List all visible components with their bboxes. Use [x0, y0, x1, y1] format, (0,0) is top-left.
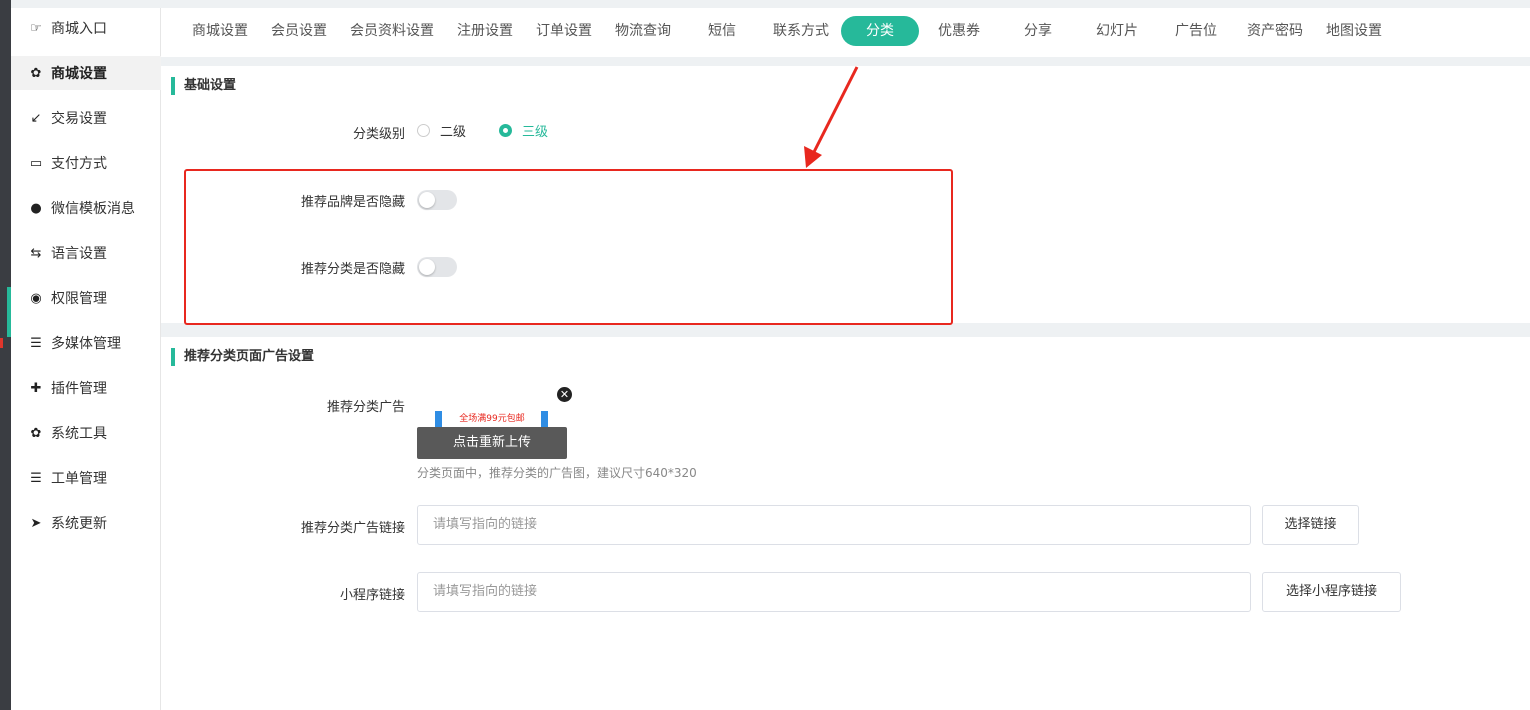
paper-plane-icon: ➤ — [30, 515, 42, 531]
tab-slides[interactable]: 幻灯片 — [1084, 16, 1150, 46]
tab-member-profile[interactable]: 会员资料设置 — [345, 16, 439, 46]
settings-tabs: 商城设置 会员设置 会员资料设置 注册设置 订单设置 物流查询 短信 联系方式 … — [161, 8, 1530, 57]
tab-logistics[interactable]: 物流查询 — [610, 16, 676, 46]
mini-link-input[interactable]: 请填写指向的链接 — [417, 572, 1251, 612]
radio-circle — [499, 124, 512, 137]
tab-ad-slot[interactable]: 广告位 — [1163, 16, 1229, 46]
select-link-button[interactable]: 选择链接 — [1262, 505, 1359, 545]
switch-knob — [419, 192, 435, 208]
ad-image-label: 推荐分类广告 — [326, 400, 405, 415]
notification-dot — [0, 338, 3, 348]
tab-map[interactable]: 地图设置 — [1321, 16, 1387, 46]
select-mini-link-button[interactable]: 选择小程序链接 — [1262, 572, 1401, 612]
tab-asset-password[interactable]: 资产密码 — [1242, 16, 1308, 46]
section-title-basic: 基础设置 — [171, 77, 236, 95]
radio-level-three[interactable]: 三级 — [499, 121, 548, 140]
radio-circle — [417, 124, 430, 137]
category-level-label: 分类级别 — [352, 127, 405, 142]
reupload-button[interactable]: 点击重新上传 — [417, 427, 567, 459]
tab-category[interactable]: 分类 — [841, 16, 919, 46]
wechat-icon: ● — [30, 200, 42, 216]
sidebar-item-system-tools[interactable]: ✿ 系统工具 — [11, 416, 161, 450]
sidebar-item-language[interactable]: ⇆ 语言设置 — [11, 236, 161, 270]
sidebar-item-plugins[interactable]: ✚ 插件管理 — [11, 371, 161, 405]
basic-settings-panel: 基础设置 分类级别 二级 三级 推荐品牌是否隐藏 推荐分类是否隐藏 — [161, 66, 1530, 323]
close-icon[interactable]: ✕ — [557, 387, 572, 402]
tab-contact[interactable]: 联系方式 — [768, 16, 834, 46]
brand-hide-switch[interactable] — [417, 190, 457, 210]
sidebar-item-system-update[interactable]: ➤ 系统更新 — [11, 506, 161, 540]
ad-settings-panel: 推荐分类页面广告设置 推荐分类广告 全场满99元包邮 点击重新上传 ✕ 分类页面… — [161, 337, 1530, 710]
mask-icon: ◉ — [30, 290, 42, 306]
sidebar: ☞ 商城入口 ✿ 商城设置 ↙ 交易设置 ▭ 支付方式 ● 微信模板消息 ⇆ 语言设置 ◉ 权… — [11, 8, 161, 710]
hand-point-icon: ☞ — [30, 20, 42, 36]
ad-link-input[interactable]: 请填写指向的链接 — [417, 505, 1251, 545]
gear-icon: ✿ — [30, 65, 42, 81]
brand-hide-label: 推荐品牌是否隐藏 — [300, 195, 405, 210]
tab-coupon[interactable]: 优惠券 — [926, 16, 992, 46]
sidebar-item-mall-settings[interactable]: ✿ 商城设置 — [11, 56, 161, 90]
section-title-ad: 推荐分类页面广告设置 — [171, 348, 314, 366]
tab-order[interactable]: 订单设置 — [531, 16, 597, 46]
tab-member-settings[interactable]: 会员设置 — [266, 16, 332, 46]
compress-icon: ↙ — [30, 110, 42, 126]
credit-card-icon: ▭ — [29, 155, 43, 171]
ad-image-upload[interactable]: 全场满99元包邮 点击重新上传 ✕ — [417, 387, 572, 459]
ad-image-watermark: 全场满99元包邮 — [459, 412, 524, 424]
ad-image-hint: 分类页面中，推荐分类的广告图，建议尺寸640*320 — [417, 466, 697, 480]
category-hide-switch[interactable] — [417, 257, 457, 277]
sidebar-item-wechat-template[interactable]: ● 微信模板消息 — [11, 191, 161, 225]
tab-share[interactable]: 分享 — [1005, 16, 1071, 46]
translate-icon: ⇆ — [30, 245, 42, 261]
tab-mall-settings[interactable]: 商城设置 — [187, 16, 253, 46]
outer-nav-strip — [0, 0, 11, 710]
radio-level-two[interactable]: 二级 — [417, 121, 466, 140]
sidebar-item-trade-settings[interactable]: ↙ 交易设置 — [11, 101, 161, 135]
sidebar-item-payment[interactable]: ▭ 支付方式 — [11, 146, 161, 180]
sidebar-item-permissions[interactable]: ◉ 权限管理 — [11, 281, 161, 315]
mini-link-label: 小程序链接 — [339, 588, 405, 603]
list-icon: ☰ — [30, 470, 42, 486]
switch-knob — [419, 259, 435, 275]
puzzle-icon: ✚ — [30, 380, 42, 396]
gear-icon: ✿ — [30, 425, 42, 441]
sidebar-item-tickets[interactable]: ☰ 工单管理 — [11, 461, 161, 495]
category-hide-label: 推荐分类是否隐藏 — [300, 262, 405, 277]
ad-link-label: 推荐分类广告链接 — [300, 521, 405, 536]
sidebar-item-mall-entry[interactable]: ☞ 商城入口 — [11, 11, 161, 45]
tab-sms[interactable]: 短信 — [689, 16, 755, 46]
sidebar-item-media[interactable]: ☰ 多媒体管理 — [11, 326, 161, 360]
tab-register[interactable]: 注册设置 — [452, 16, 518, 46]
list-icon: ☰ — [30, 335, 42, 351]
